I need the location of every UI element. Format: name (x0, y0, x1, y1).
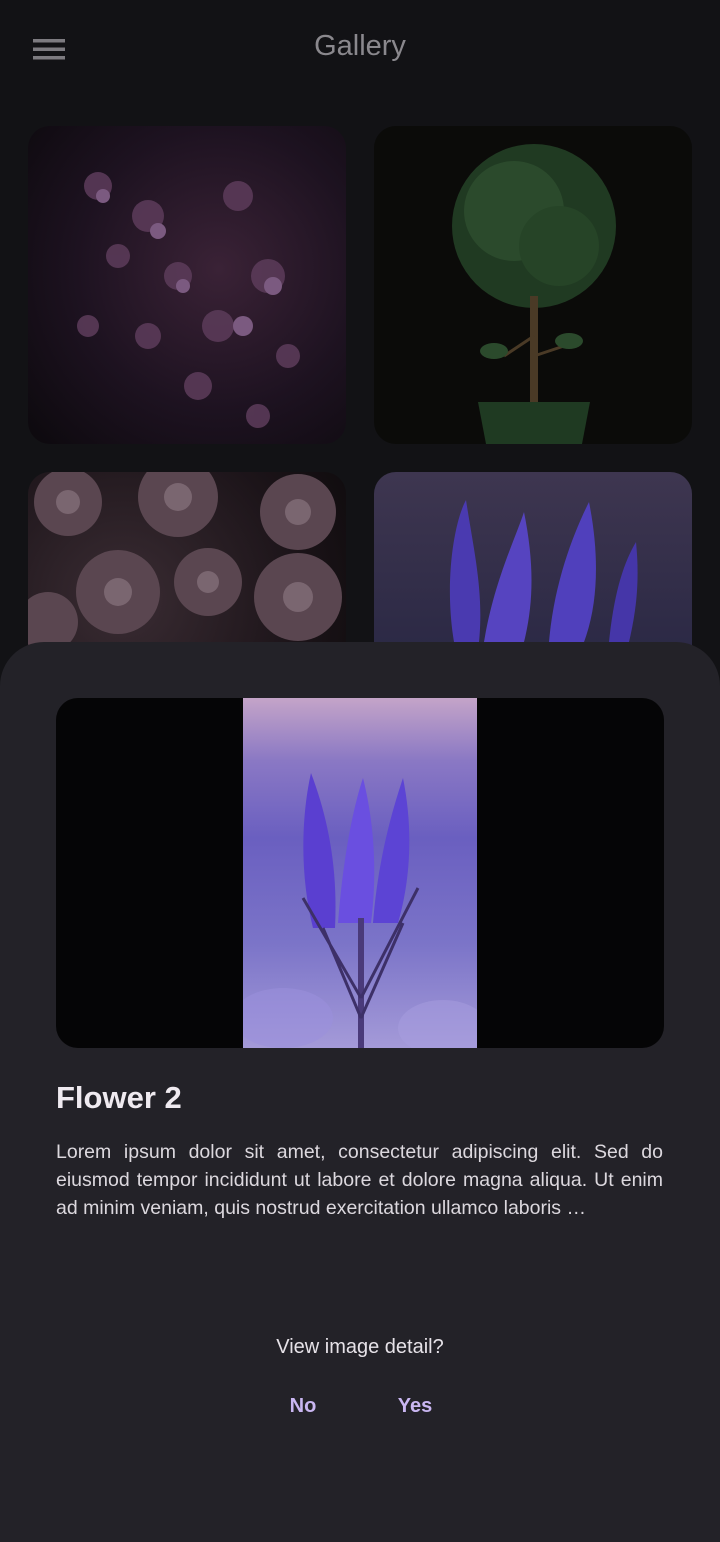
bottom-sheet: Flower 2 Lorem ipsum dolor sit amet, con… (0, 642, 720, 1542)
topiary-image (452, 144, 616, 444)
gallery-item-topiary[interactable] (374, 126, 692, 444)
page-title: Gallery (314, 30, 406, 62)
gallery-item-lilac[interactable] (28, 126, 346, 444)
image-preview (56, 698, 664, 1048)
no-button[interactable]: No (278, 1388, 328, 1424)
confirm-prompt: View image detail? (276, 1336, 444, 1358)
lilac-image (77, 172, 300, 428)
app-bar: Gallery (0, 0, 720, 98)
detail-description: Lorem ipsum dolor sit amet, consectetur … (56, 1141, 663, 1219)
detail-title: Flower 2 (56, 1080, 182, 1115)
flower-photo (243, 698, 477, 1048)
yes-button[interactable]: Yes (390, 1388, 440, 1424)
